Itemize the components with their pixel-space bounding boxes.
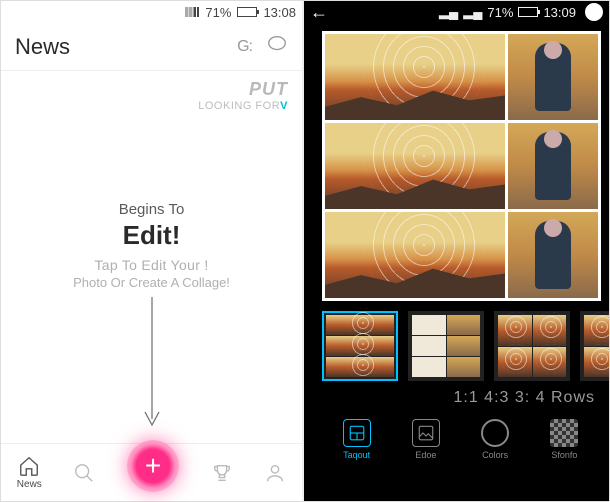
layout-option-1[interactable] — [322, 311, 398, 381]
collage-row — [325, 34, 598, 120]
tool-colors[interactable]: Colors — [481, 419, 509, 460]
hint-line1: Begins To — [1, 201, 302, 218]
layout-option-3[interactable] — [494, 311, 570, 381]
photo-sunset[interactable] — [325, 212, 505, 298]
promo-line2: LOOKING FORV — [198, 100, 288, 112]
promo-line1: PUT — [198, 79, 288, 100]
tool-edge-label: Edoe — [415, 450, 436, 460]
hint-line3: Tap To Edit Your ! — [1, 257, 302, 273]
circle-icon — [481, 419, 509, 447]
nav-profile[interactable] — [264, 462, 286, 484]
nav-news[interactable]: News — [17, 455, 42, 490]
add-fab-button[interactable]: + — [127, 440, 179, 492]
tool-edge[interactable]: Edoe — [412, 419, 440, 460]
tool-layout-label: Taqout — [343, 450, 370, 460]
header-actions: G: — [237, 33, 288, 60]
photo-person[interactable] — [508, 212, 598, 298]
person-icon — [264, 462, 286, 484]
battery-percent: 71% — [487, 5, 513, 20]
avatar[interactable] — [585, 3, 603, 21]
signal-icon: ▂▄ — [439, 4, 458, 20]
tool-background[interactable]: Sfonfo — [550, 419, 578, 460]
status-right-group: ▂▄ ▂▄ 71% 13:09 — [439, 3, 603, 21]
battery-icon — [237, 7, 257, 17]
photo-person[interactable] — [508, 34, 598, 120]
collage-grid — [322, 31, 601, 301]
search-icon — [73, 462, 95, 484]
tool-background-label: Sfonfo — [551, 450, 577, 460]
aspect-ratio-row[interactable]: 1:1 4:3 3: 4 Rows — [304, 385, 609, 413]
image-icon — [412, 419, 440, 447]
battery-icon — [518, 7, 538, 17]
checker-icon — [550, 419, 578, 447]
plus-icon: + — [145, 450, 161, 482]
collage-row — [325, 123, 598, 209]
home-icon — [18, 455, 40, 477]
nav-trophy[interactable] — [211, 462, 233, 484]
tool-layout[interactable]: Taqout — [343, 419, 371, 460]
photo-person[interactable] — [508, 123, 598, 209]
back-button[interactable]: ← — [310, 2, 328, 23]
clock: 13:08 — [263, 5, 296, 20]
news-app-screen: 71% 13:08 News G: PUT LOOKING FORV Begin… — [1, 1, 304, 501]
trophy-icon — [211, 462, 233, 484]
photo-sunset[interactable] — [325, 34, 505, 120]
layout-icon — [343, 419, 371, 447]
layout-option-4[interactable] — [580, 311, 609, 381]
clock: 13:09 — [543, 5, 576, 20]
status-bar-left: 71% 13:08 — [1, 1, 302, 23]
collage-editor-screen: ← ▂▄ ▂▄ 71% 13:09 — [304, 1, 609, 501]
empty-state-hint: Begins To Edit! Tap To Edit Your ! Photo… — [1, 201, 302, 290]
hint-line2: Edit! — [1, 220, 302, 251]
tool-colors-label: Colors — [482, 450, 508, 460]
nav-news-label: News — [17, 479, 42, 490]
bottom-nav: News + — [1, 443, 302, 501]
photo-sunset[interactable] — [325, 123, 505, 209]
battery-percent: 71% — [205, 5, 231, 20]
promo-banner: PUT LOOKING FORV — [198, 79, 288, 112]
page-title: News — [15, 34, 70, 60]
hint-arrow-icon — [142, 297, 162, 432]
signal-icon — [185, 7, 199, 17]
nav-search[interactable] — [73, 462, 95, 484]
signal-icon-2: ▂▄ — [463, 4, 482, 20]
gz-button[interactable]: G: — [237, 38, 252, 56]
editor-toolbar: Taqout Edoe Colors Sfonfo — [304, 413, 609, 464]
chat-icon[interactable] — [266, 33, 288, 60]
layout-option-2[interactable] — [408, 311, 484, 381]
collage-preview[interactable] — [322, 31, 601, 301]
collage-row — [325, 212, 598, 298]
hint-line4: Photo Or Create A Collage! — [1, 275, 302, 290]
layout-thumbnails — [304, 301, 609, 385]
status-bar-right: ← ▂▄ ▂▄ 71% 13:09 — [304, 1, 609, 23]
left-header: News G: — [1, 23, 302, 71]
